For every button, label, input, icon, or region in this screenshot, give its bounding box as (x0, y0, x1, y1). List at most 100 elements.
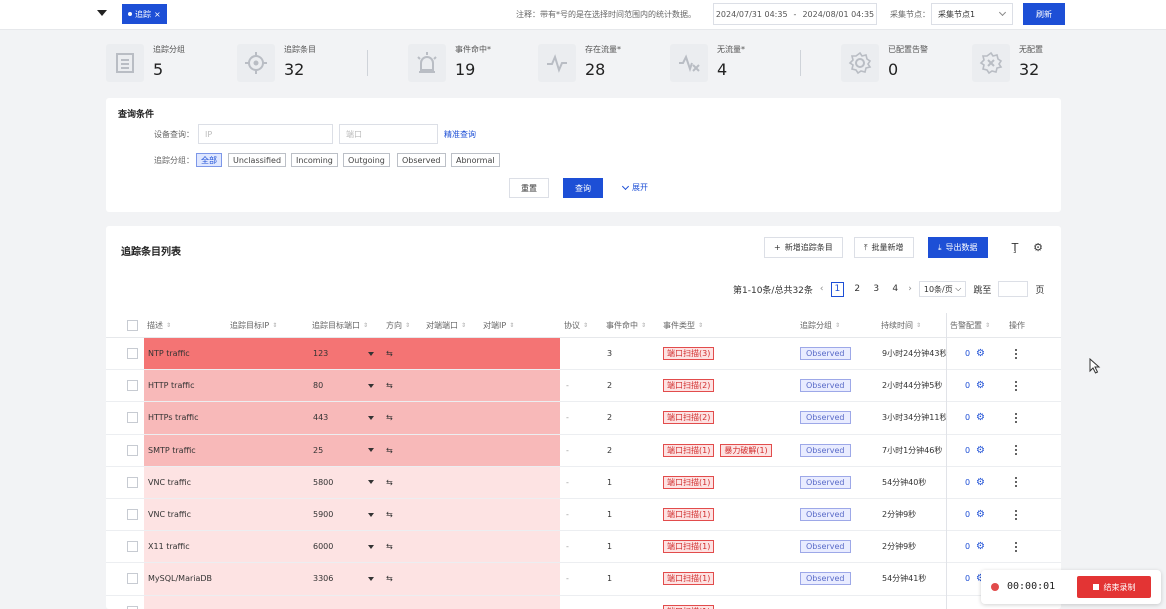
chip-incoming[interactable]: Incoming (291, 153, 338, 167)
alarm-settings-icon[interactable]: ⚙ (976, 435, 985, 466)
col-peer-ip[interactable]: 对端IP ⇕ (483, 313, 514, 338)
group-badge: Observed (800, 572, 851, 586)
col-track-group[interactable]: 追踪分组 ⇕ (800, 313, 840, 338)
node-select[interactable]: 采集节点1 (931, 3, 1013, 25)
page-1[interactable]: 1 (830, 281, 845, 297)
caret-down-icon[interactable] (368, 544, 374, 549)
ip-input[interactable]: IP (198, 124, 333, 144)
table-row[interactable]: HTTPs traffic 443 ⇆ - 2 端口扫描(2) Observed 3小时34分… (106, 402, 1061, 435)
row-checkbox[interactable] (127, 573, 138, 585)
alarm-settings-icon[interactable]: ⚙ (976, 402, 985, 433)
sort-icon: ⇕ (835, 322, 841, 329)
chip-observed[interactable]: Observed (397, 153, 446, 167)
col-event-hits[interactable]: 事件命中 ⇕ (606, 313, 646, 338)
alarm-settings-icon[interactable]: ⚙ (976, 338, 985, 369)
caret-down-icon[interactable] (368, 351, 374, 356)
pager-summary: 第1-10条/总共32条 (733, 285, 813, 296)
table-row[interactable]: MySQL/MariaDB 3306 ⇆ - 1 端口扫描(1) Observed 54分钟4… (106, 563, 1061, 596)
table-row[interactable]: X11 traffic 6000 ⇆ - 1 端口扫描(1) Observed 2分钟9秒 0 ⚙ (106, 531, 1061, 564)
stats-note: 注释：带有*号的是在选择时间范围内的统计数据。 (516, 10, 696, 19)
col-target-ip[interactable]: 追踪目标IP ⇕ (230, 313, 277, 338)
jump-page-input[interactable] (998, 281, 1029, 297)
caret-down-icon[interactable] (368, 512, 374, 517)
page-3[interactable]: 3 (870, 284, 882, 294)
stop-recording-button[interactable]: 结束录制 (1077, 576, 1151, 598)
settings-gear-icon[interactable]: ⚙ (1031, 239, 1045, 255)
sort-icon: ⇕ (985, 322, 991, 329)
reset-button[interactable]: 重置 (509, 178, 549, 198)
col-target-port[interactable]: 追踪目标端口 ⇕ (312, 313, 368, 338)
col-duration[interactable]: 持续时间 ⇕ (881, 313, 921, 338)
precise-query-link[interactable]: 精准查询 (444, 129, 476, 140)
alarm-settings-icon[interactable]: ⚙ (976, 467, 985, 498)
group-badge: Observed (800, 475, 851, 489)
alarm-settings-icon[interactable]: ⚙ (976, 531, 985, 562)
more-actions-icon[interactable] (1015, 509, 1017, 520)
more-actions-icon[interactable] (1015, 380, 1017, 391)
caret-down-icon[interactable] (368, 576, 374, 581)
caret-down-icon[interactable] (368, 383, 374, 388)
row-checkbox[interactable] (127, 348, 138, 360)
table-row[interactable]: SMTP traffic 25 ⇆ - 2 端口扫描(1) 暴力破解(1) Observed 7… (106, 434, 1061, 467)
chip-outgoing[interactable]: Outgoing (343, 153, 390, 167)
row-highlight (144, 595, 560, 609)
alarm-settings-icon[interactable]: ⚙ (976, 370, 985, 401)
add-entry-button[interactable]: + 新增追踪条目 (764, 237, 843, 258)
table-row[interactable]: VNC traffic 5900 ⇆ - 1 端口扫描(1) Observed 2分钟9秒 0 ⚙ (106, 498, 1061, 532)
batch-add-button[interactable]: ⤒ 批量新增 (854, 237, 914, 258)
prev-page-icon[interactable]: ‹ (820, 284, 824, 294)
port-input[interactable]: 端口 (339, 124, 438, 144)
row-checkbox[interactable] (127, 476, 138, 488)
table-row[interactable]: NTP traffic 123 ⇆ 3 端口扫描(3) Observed 9小时24分钟43… (106, 338, 1061, 371)
row-checkbox[interactable] (127, 380, 138, 392)
tag-close-icon[interactable]: × (154, 10, 161, 19)
select-all-checkbox[interactable] (127, 320, 138, 331)
page-size-select[interactable]: 10条/页 ⌵ (918, 281, 967, 297)
col-alarm-config[interactable]: 告警配置 ⇕ (950, 313, 990, 338)
col-direction[interactable]: 方向 ⇕ (386, 313, 410, 338)
more-actions-icon[interactable] (1015, 348, 1017, 359)
col-description[interactable]: 描述 ⇕ (147, 313, 171, 338)
chip-unclassified[interactable]: Unclassified (228, 153, 287, 167)
more-actions-icon[interactable] (1015, 477, 1017, 488)
column-height-icon[interactable]: Ţ (1008, 239, 1022, 255)
more-actions-icon[interactable] (1015, 541, 1017, 552)
caret-down-icon[interactable] (368, 415, 374, 420)
chip-all[interactable]: 全部 (196, 153, 222, 167)
cell-target-port: 6000 (313, 542, 334, 552)
caret-down-icon[interactable] (368, 480, 374, 485)
table-row[interactable]: 端口扫描(1) (106, 595, 1061, 609)
sort-icon: ⇕ (166, 322, 172, 329)
caret-down-icon[interactable] (368, 448, 374, 453)
row-checkbox[interactable] (127, 541, 138, 553)
page-2[interactable]: 2 (851, 284, 863, 294)
table-row[interactable]: HTTP traffic 80 ⇆ - 2 端口扫描(2) Observed 2小时44分钟5… (106, 370, 1061, 403)
search-button[interactable]: 查询 (563, 178, 603, 198)
expand-label: 展开 (632, 183, 648, 192)
date-range-picker[interactable]: 2024/07/31 04:35 - 2024/08/01 04:35 (713, 3, 877, 25)
page-4[interactable]: 4 (889, 284, 901, 294)
row-checkbox[interactable] (127, 605, 138, 609)
row-checkbox[interactable] (127, 444, 138, 456)
export-data-button[interactable]: ⤓ 导出数据 (928, 237, 988, 258)
col-event-type[interactable]: 事件类型 ⇕ (663, 313, 703, 338)
more-actions-icon[interactable] (1015, 412, 1017, 423)
tracking-tab-tag[interactable]: 追踪 × (122, 4, 167, 24)
stat-value: 5 (153, 60, 164, 79)
col-protocol[interactable]: 协议 ⇕ (564, 313, 588, 338)
chip-abnormal[interactable]: Abnormal (451, 153, 500, 167)
direction-icon: ⇆ (386, 413, 393, 423)
upload-icon: ⤒ (864, 242, 868, 252)
alarm-settings-icon[interactable]: ⚙ (976, 499, 985, 530)
row-checkbox[interactable] (127, 509, 138, 521)
refresh-button[interactable]: 刷新 (1023, 3, 1065, 25)
group-badge: Observed (800, 443, 851, 457)
next-page-icon[interactable]: › (908, 284, 912, 294)
col-peer-port[interactable]: 对端端口 ⇕ (426, 313, 466, 338)
collapse-caret-icon[interactable] (97, 10, 107, 16)
row-highlight (144, 402, 560, 434)
more-actions-icon[interactable] (1015, 445, 1017, 456)
table-row[interactable]: VNC traffic 5800 ⇆ - 1 端口扫描(1) Observed 54分钟40秒… (106, 466, 1061, 499)
row-checkbox[interactable] (127, 412, 138, 424)
expand-toggle[interactable]: 展开 (621, 182, 648, 193)
